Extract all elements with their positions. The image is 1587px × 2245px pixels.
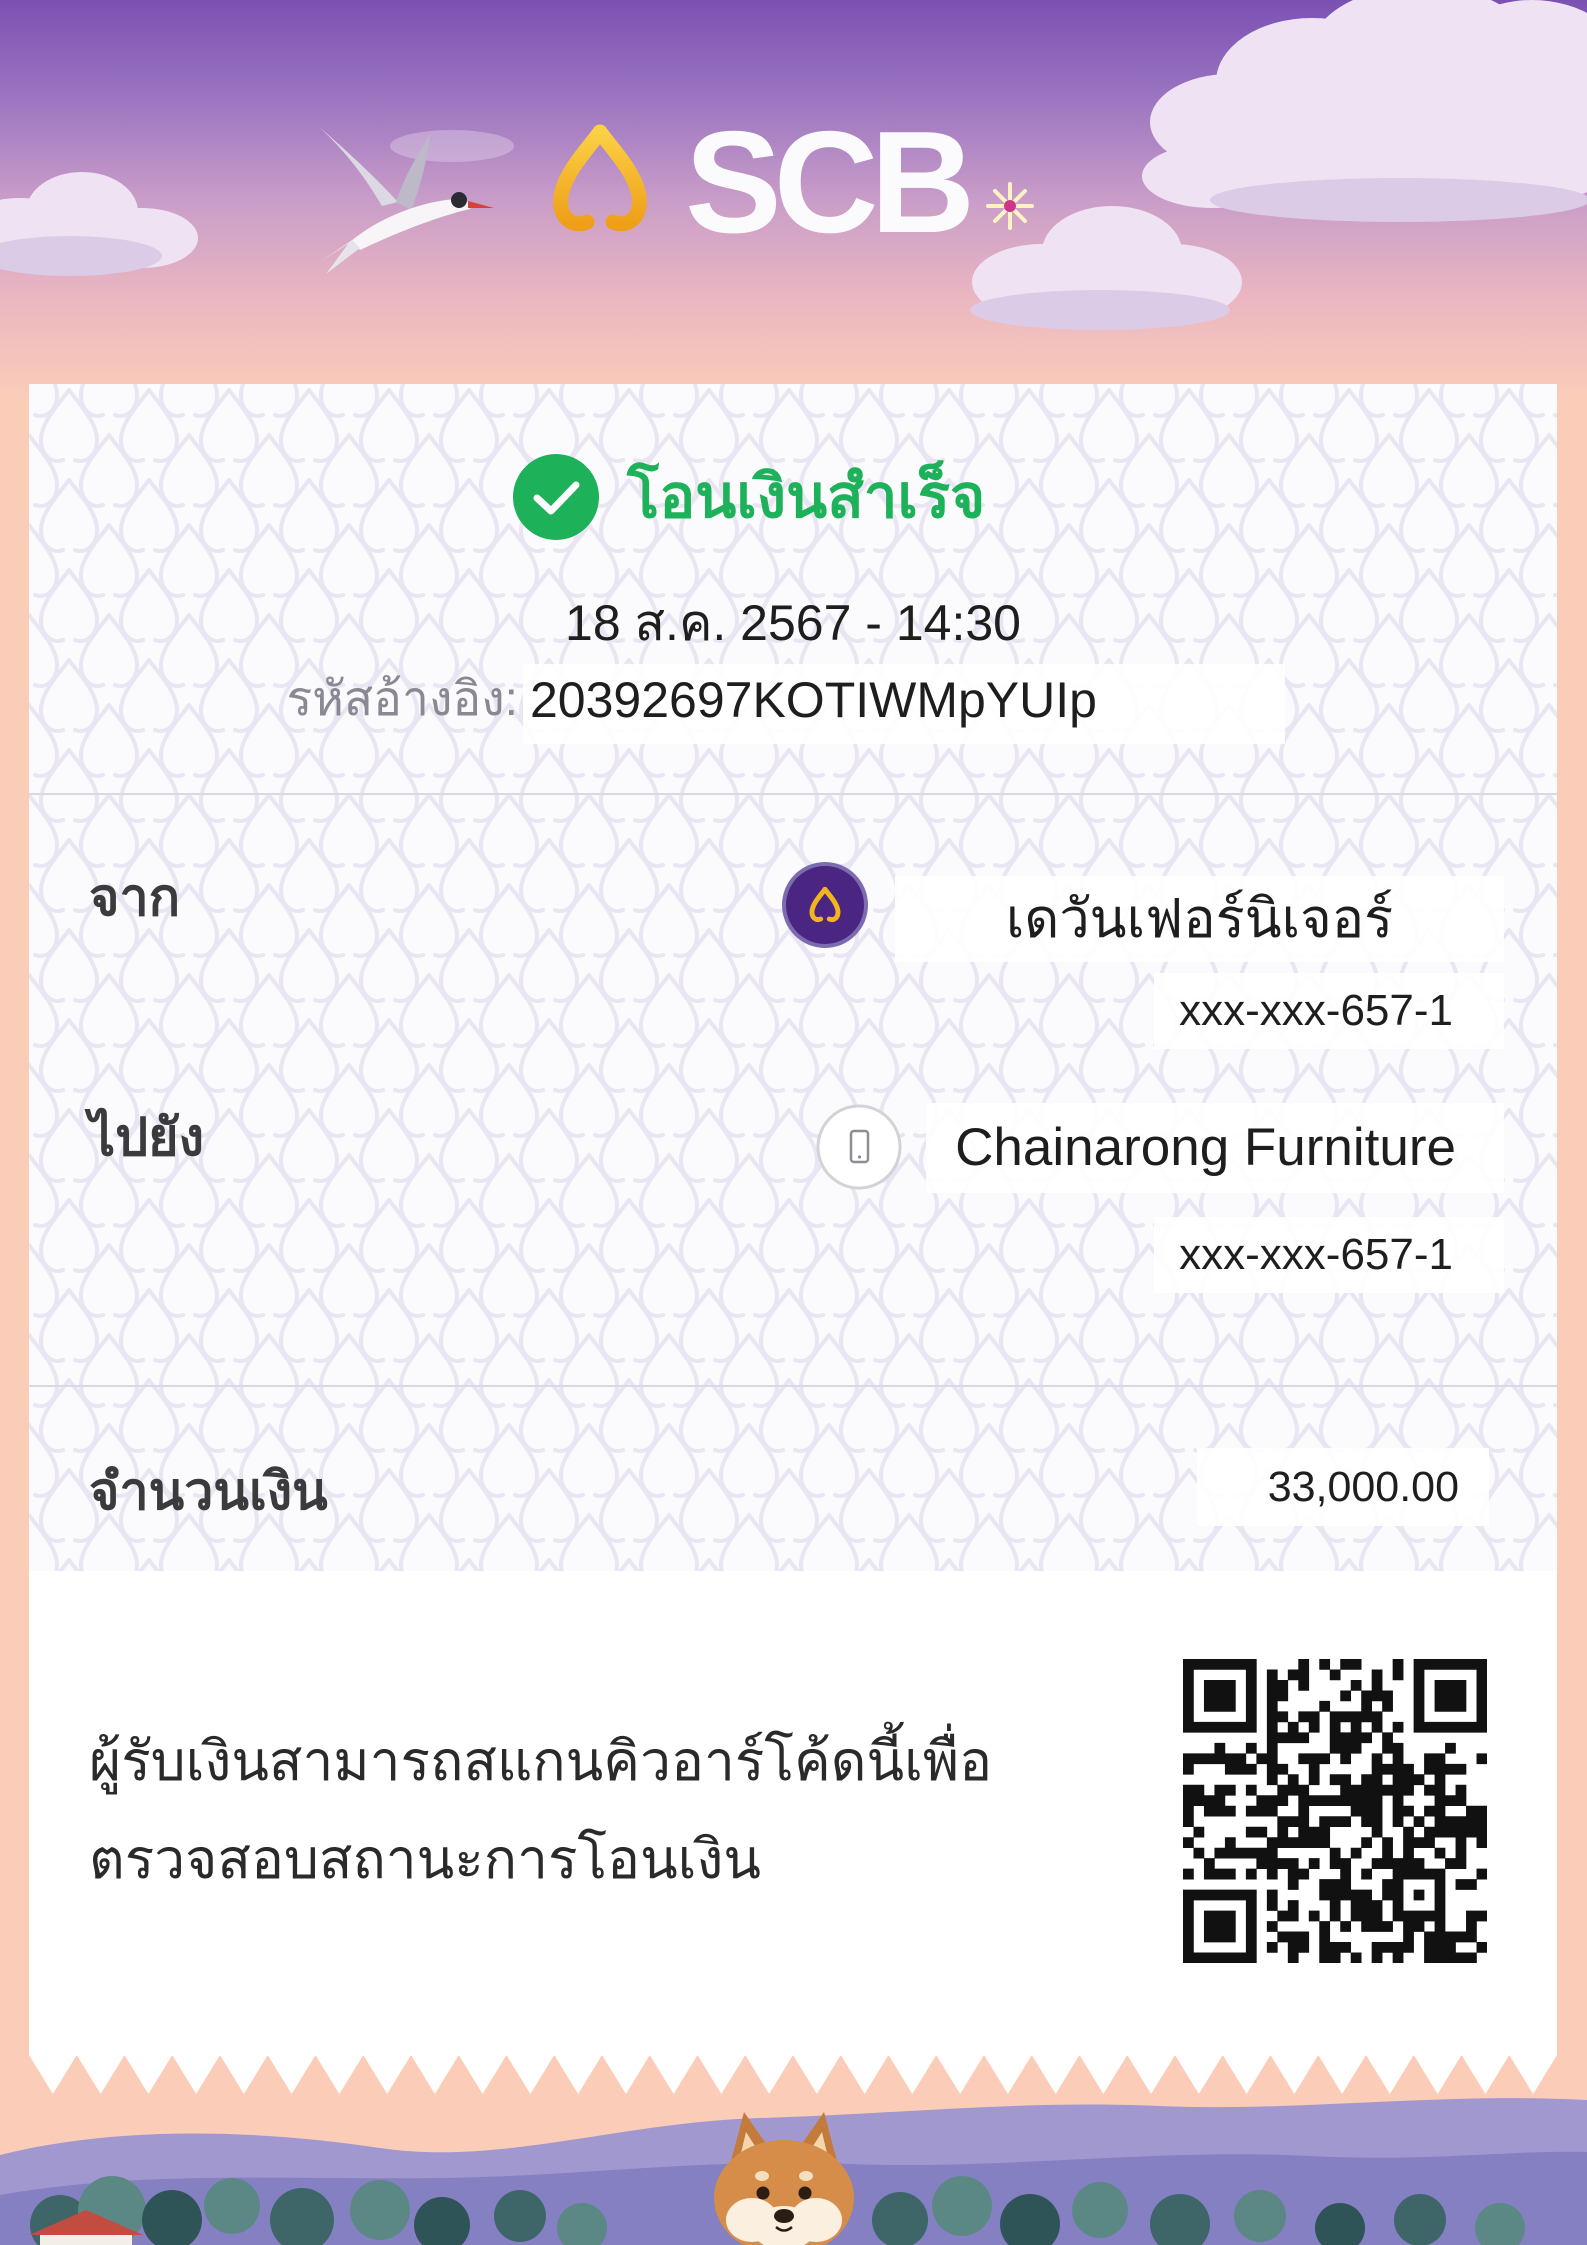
transaction-datetime: 18 ส.ค. 2567 - 14:30 xyxy=(565,595,1021,651)
amount-label: จำนวนเงิน xyxy=(89,1463,328,1521)
sender-name: เดวันเฟอร์นิเจอร์ xyxy=(1005,889,1394,949)
receipt-zigzag-edge xyxy=(29,2055,1557,2094)
qr-code-icon xyxy=(1183,1659,1487,1963)
reference-value: 20392697KOTIWMpYUIp xyxy=(530,672,1097,728)
scb-bell-logo-icon xyxy=(553,124,647,232)
sparkle-icon xyxy=(986,182,1034,230)
qr-caption-line-2: ตรวจสอบสถานะการโอนเงิน xyxy=(89,1828,761,1890)
section-divider xyxy=(29,793,1557,795)
status-title: โอนเงินสำเร็จ xyxy=(627,463,986,530)
cloud-left xyxy=(0,172,198,276)
scb-bank-icon xyxy=(782,862,868,948)
cloud-right xyxy=(1142,0,1587,222)
to-label: ไปยัง xyxy=(89,1109,205,1167)
from-label: จาก xyxy=(89,869,181,927)
check-circle-icon xyxy=(513,454,599,540)
mobile-phone-icon xyxy=(816,1104,902,1190)
sender-account: xxx-xxx-657-1 xyxy=(1179,986,1453,1035)
cloud-faint xyxy=(390,130,514,162)
reference-label: รหัสอ้างอิง: xyxy=(286,673,518,726)
brand-name: SCB xyxy=(685,101,969,263)
recipient-account: xxx-xxx-657-1 xyxy=(1179,1230,1453,1279)
zigzag-edge xyxy=(29,2055,1557,2094)
amount-value: 33,000.00 xyxy=(1267,1463,1459,1511)
qr-caption-line-1: ผู้รับเงินสามารถสแกนคิวอาร์โค้ดนี้เพื่อ xyxy=(89,1730,993,1792)
recipient-name: Chainarong Furniture xyxy=(955,1118,1456,1177)
section-divider xyxy=(29,1385,1557,1387)
header-illustration: SCB xyxy=(0,0,1587,330)
